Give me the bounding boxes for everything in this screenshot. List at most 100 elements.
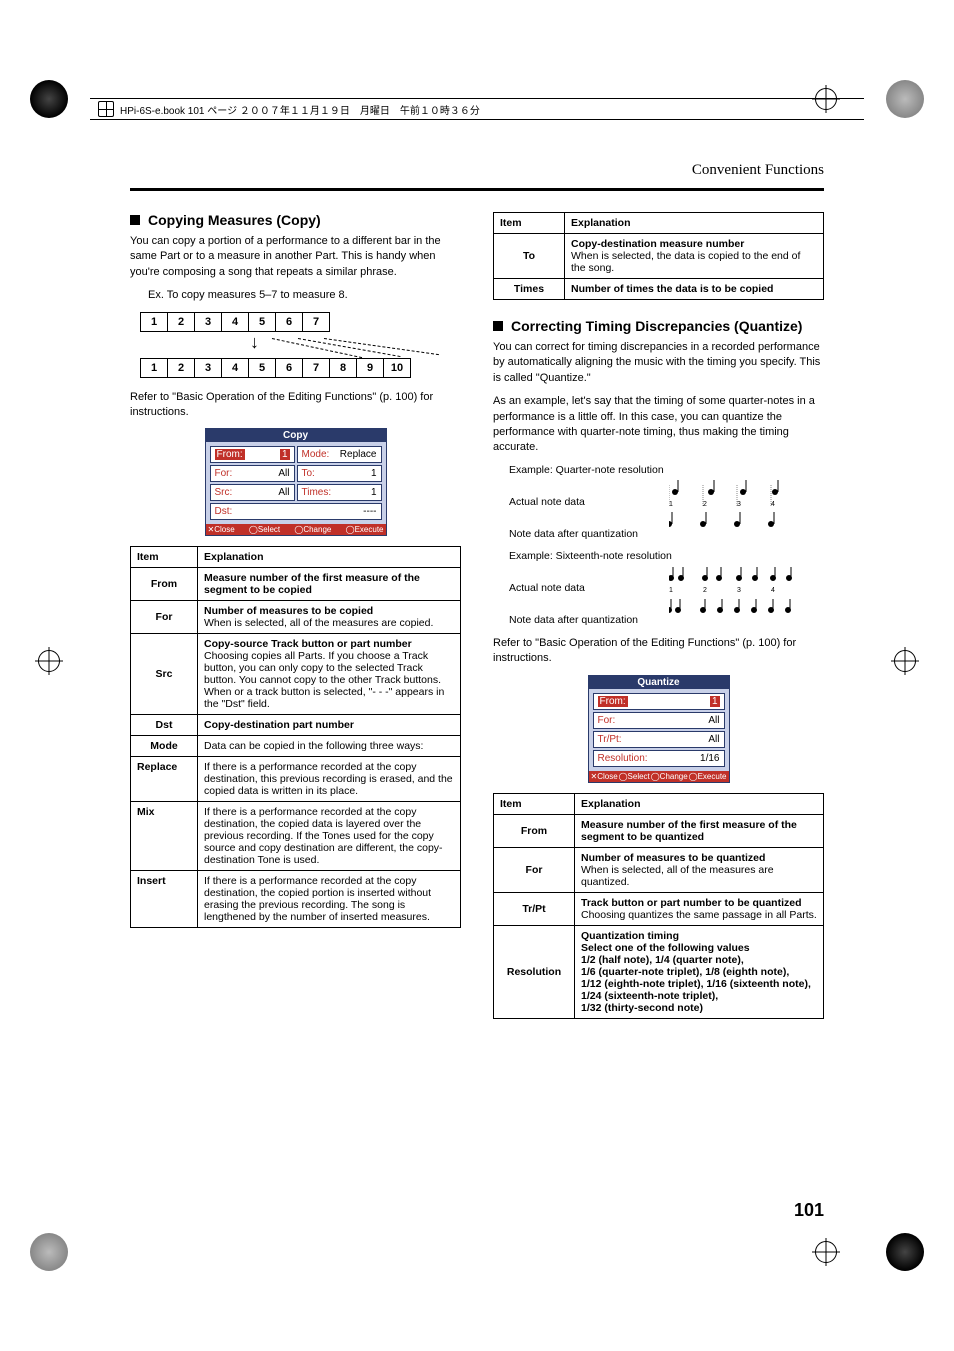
dialog-field: Src:All <box>210 484 295 501</box>
dialog-field: Tr/Pt:All <box>593 731 725 748</box>
col-header: Item <box>131 547 198 568</box>
dialog-title: Copy <box>206 429 386 442</box>
row-header: From <box>494 814 575 847</box>
registration-mark-icon <box>38 650 60 672</box>
dialog-footer-action: ◯Select <box>249 525 280 534</box>
notes-icon: 1 2 3 4 <box>669 478 799 508</box>
corner-ornament-icon <box>30 80 68 118</box>
measure-cell: 1 <box>140 312 168 332</box>
col-header: Item <box>494 793 575 814</box>
corner-ornament-icon <box>886 1233 924 1271</box>
notes-icon <box>669 596 799 626</box>
svg-text:4: 4 <box>771 587 775 594</box>
section-rule <box>130 188 824 191</box>
row-label: Note data after quantization <box>509 528 659 540</box>
measure-cell: 2 <box>167 312 195 332</box>
row-explanation: Number of measures to be copiedWhen is s… <box>198 601 461 634</box>
dialog-field: Mode:Replace <box>297 446 382 463</box>
row-header: Times <box>494 279 565 300</box>
registration-mark-icon <box>815 1241 837 1263</box>
row-explanation: Quantization timingSelect one of the fol… <box>575 925 824 1018</box>
notes-icon <box>669 510 799 540</box>
dialog-field: From:1 <box>210 446 295 463</box>
dialog-field: Times:1 <box>297 484 382 501</box>
row-header: For <box>131 601 198 634</box>
svg-text:4: 4 <box>771 501 775 508</box>
measure-cell: 6 <box>275 358 303 378</box>
svg-text:1: 1 <box>669 501 673 508</box>
measure-cell: 9 <box>356 358 384 378</box>
row-header: For <box>494 847 575 892</box>
svg-text:2: 2 <box>703 501 707 508</box>
measure-cell: 5 <box>248 312 276 332</box>
mode-explanation: If there is a performance recorded at th… <box>198 757 461 802</box>
reference-text: Refer to "Basic Operation of the Editing… <box>493 636 824 667</box>
dialog-footer-action: ◯Execute <box>689 772 727 781</box>
measure-cell: 7 <box>302 358 330 378</box>
col-header: Item <box>494 213 565 234</box>
mode-explanation: If there is a performance recorded at th… <box>198 802 461 871</box>
svg-text:3: 3 <box>737 587 741 594</box>
dialog-footer-action: ◯Change <box>294 525 331 534</box>
feature-title-text: Copying Measures (Copy) <box>148 212 321 228</box>
paragraph: As an example, let's say that the timing… <box>493 394 824 456</box>
feature-title-text: Correcting Timing Discrepancies (Quantiz… <box>511 318 802 334</box>
measure-cell: 6 <box>275 312 303 332</box>
feature-title-copy: Copying Measures (Copy) <box>130 212 461 228</box>
mode-name: Insert <box>131 871 198 928</box>
row-header: Src <box>131 634 198 715</box>
quantize-diagram-quarter: Example: Quarter-note resolution Actual … <box>509 464 824 540</box>
measure-cell: 4 <box>221 358 249 378</box>
mode-explanation: If there is a performance recorded at th… <box>198 871 461 928</box>
measure-cell: 1 <box>140 358 168 378</box>
measure-cell: 7 <box>302 312 330 332</box>
dialog-field: For:All <box>593 712 725 729</box>
row-header: Tr/Pt <box>494 892 575 925</box>
svg-text:2: 2 <box>703 587 707 594</box>
svg-text:1: 1 <box>669 587 673 594</box>
example-caption: Ex. To copy measures 5–7 to measure 8. <box>148 288 461 303</box>
mode-name: Replace <box>131 757 198 802</box>
row-header: To <box>494 234 565 279</box>
paragraph: You can correct for timing discrepancies… <box>493 340 824 386</box>
reference-text: Refer to "Basic Operation of the Editing… <box>130 390 461 421</box>
row-header: From <box>131 568 198 601</box>
svg-text:3: 3 <box>737 501 741 508</box>
row-header: Resolution <box>494 925 575 1018</box>
notes-icon: 1 2 3 4 <box>669 564 799 594</box>
measure-cell: 4 <box>221 312 249 332</box>
page: HPi-6S-e.book 101 ページ ２００７年１１月１９日 月曜日 午前… <box>0 0 954 1351</box>
row-label: Actual note data <box>509 496 659 508</box>
measure-cell: 3 <box>194 358 222 378</box>
corner-ornament-icon <box>30 1233 68 1271</box>
row-label: Actual note data <box>509 582 659 594</box>
print-header: HPi-6S-e.book 101 ページ ２００７年１１月１９日 月曜日 午前… <box>90 98 864 120</box>
left-column: Copying Measures (Copy) You can copy a p… <box>130 170 461 1211</box>
measure-diagram: 1234567 ↓ 12345678910 <box>140 312 461 378</box>
row-header-mode: Mode <box>131 736 198 757</box>
row-explanation: Copy-destination part number <box>198 715 461 736</box>
page-number: 101 <box>794 1200 824 1221</box>
dialog-field: Resolution:1/16 <box>593 750 725 767</box>
dialog-field: To:1 <box>297 465 382 482</box>
dialog-footer-action: ◯Select <box>619 772 650 781</box>
right-column: Item Explanation ToCopy-destination meas… <box>493 170 824 1211</box>
dialog-field: For:All <box>210 465 295 482</box>
row-header: Dst <box>131 715 198 736</box>
registration-mark-icon <box>894 650 916 672</box>
measure-cell: 10 <box>383 358 411 378</box>
dialog-field: Dst:---- <box>210 503 382 520</box>
feature-title-quantize: Correcting Timing Discrepancies (Quantiz… <box>493 318 824 334</box>
row-explanation: Track button or part number to be quanti… <box>575 892 824 925</box>
quantize-diagram-sixteenth: Example: Sixteenth-note resolution Actua… <box>509 550 824 626</box>
copy-dialog-screenshot: Copy From:1Mode:ReplaceFor:AllTo:1Src:Al… <box>205 428 387 536</box>
mode-name: Mix <box>131 802 198 871</box>
measure-cell: 8 <box>329 358 357 378</box>
corner-ornament-icon <box>886 80 924 118</box>
paragraph: You can copy a portion of a performance … <box>130 234 461 280</box>
row-explanation: Number of measures to be quantizedWhen i… <box>575 847 824 892</box>
dialog-footer-action: ✕Close <box>591 772 618 781</box>
quantize-params-table: Item Explanation FromMeasure number of t… <box>493 793 824 1019</box>
measure-cell: 5 <box>248 358 276 378</box>
content-area: Convenient Functions Copying Measures (C… <box>130 170 824 1211</box>
